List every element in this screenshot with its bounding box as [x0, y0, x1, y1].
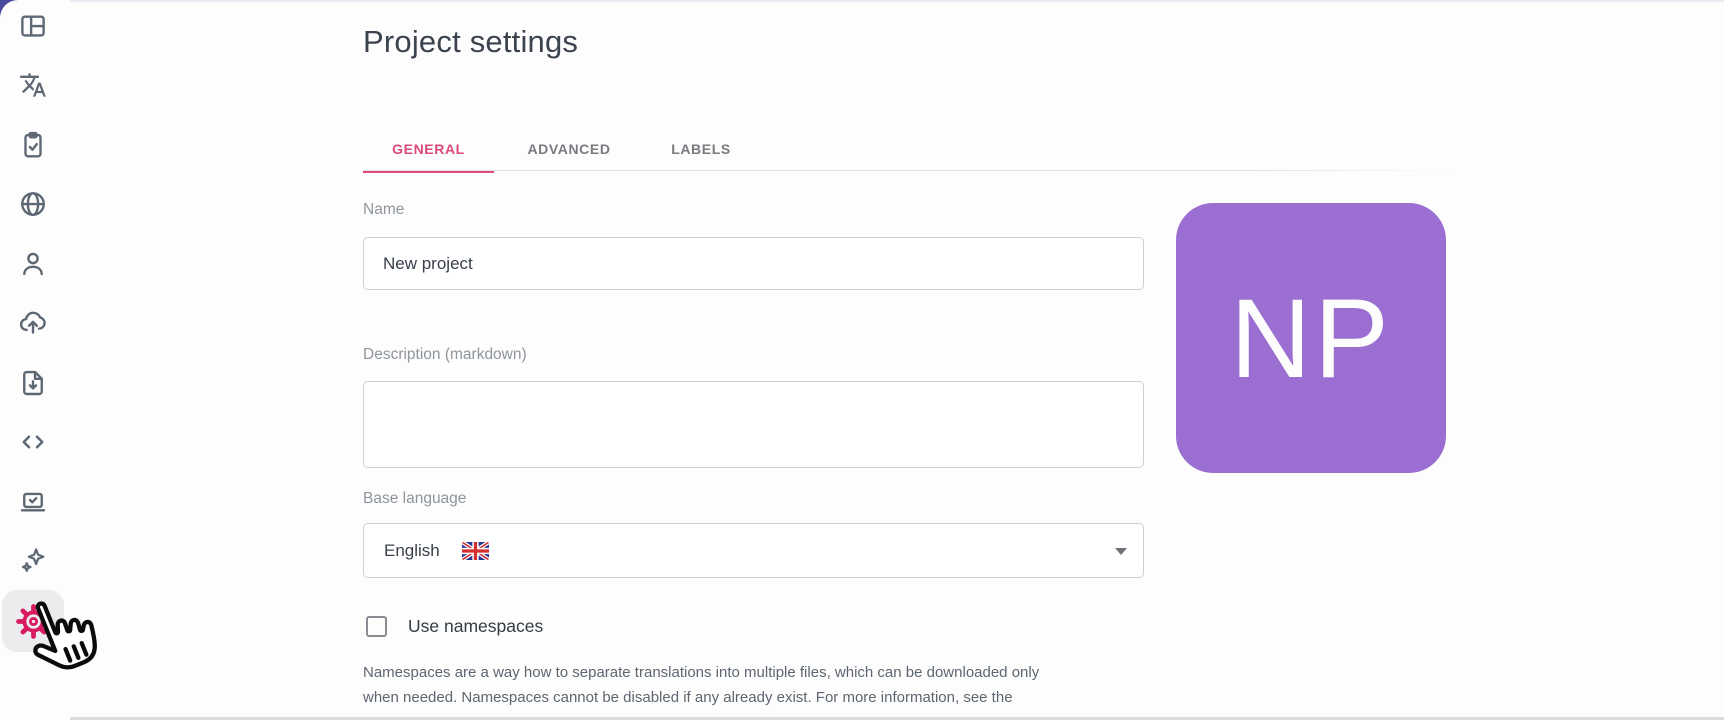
- use-namespaces-checkbox[interactable]: [366, 616, 387, 637]
- tab-advanced[interactable]: ADVANCED: [494, 127, 644, 171]
- project-description-textarea[interactable]: [363, 381, 1144, 468]
- sidebar-item-tasks[interactable]: [11, 123, 55, 167]
- namespaces-help-text: Namespaces are a way how to separate tra…: [363, 660, 1153, 710]
- translate-icon: [19, 71, 47, 99]
- uk-flag-icon: [462, 542, 489, 560]
- tab-general[interactable]: GENERAL: [363, 127, 494, 171]
- export-cloud-upload-icon: [18, 308, 48, 338]
- base-language-value: English: [384, 541, 440, 561]
- sidebar-item-translations[interactable]: [11, 63, 55, 107]
- sidebar-item-dashboard[interactable]: [11, 4, 55, 48]
- languages-globe-icon: [18, 189, 48, 219]
- chevron-down-icon: [1115, 548, 1127, 555]
- sidebar: [0, 0, 70, 720]
- tabs-divider: [363, 170, 1455, 171]
- apps-laptop-check-icon: [18, 487, 48, 517]
- project-name-input[interactable]: [363, 237, 1144, 290]
- use-namespaces-row[interactable]: Use namespaces: [363, 616, 543, 637]
- sidebar-item-members[interactable]: [11, 242, 55, 286]
- sidebar-item-ai[interactable]: [11, 539, 55, 583]
- sidebar-item-apps[interactable]: [11, 480, 55, 524]
- namespaces-help-line-2: when needed. Namespaces cannot be disabl…: [363, 685, 1153, 710]
- sidebar-item-export[interactable]: [11, 301, 55, 345]
- app-surface: [0, 2, 1724, 717]
- description-field-label: Description (markdown): [363, 346, 527, 364]
- tasks-clipboard-icon: [18, 130, 48, 160]
- import-file-download-icon: [18, 368, 48, 398]
- ai-sparkles-icon: [18, 546, 48, 576]
- use-namespaces-label: Use namespaces: [408, 616, 543, 637]
- members-user-icon: [18, 249, 48, 279]
- dashboard-icon: [18, 11, 48, 41]
- base-language-select[interactable]: English: [363, 523, 1144, 578]
- namespaces-help-line-1: Namespaces are a way how to separate tra…: [363, 660, 1153, 685]
- page-title: Project settings: [363, 24, 578, 60]
- tab-labels[interactable]: LABELS: [644, 127, 758, 171]
- settings-gear-icon: [15, 603, 52, 640]
- sidebar-item-integrate[interactable]: [11, 420, 55, 464]
- sidebar-item-languages[interactable]: [11, 182, 55, 226]
- name-field-label: Name: [363, 201, 404, 219]
- project-avatar: NP: [1176, 203, 1446, 473]
- base-language-field-label: Base language: [363, 490, 466, 508]
- project-avatar-initials: NP: [1230, 274, 1392, 403]
- integrate-code-icon: [18, 427, 48, 457]
- sidebar-item-import[interactable]: [11, 361, 55, 405]
- sidebar-item-settings[interactable]: [11, 599, 55, 643]
- settings-tabs: GENERAL ADVANCED LABELS: [363, 127, 758, 171]
